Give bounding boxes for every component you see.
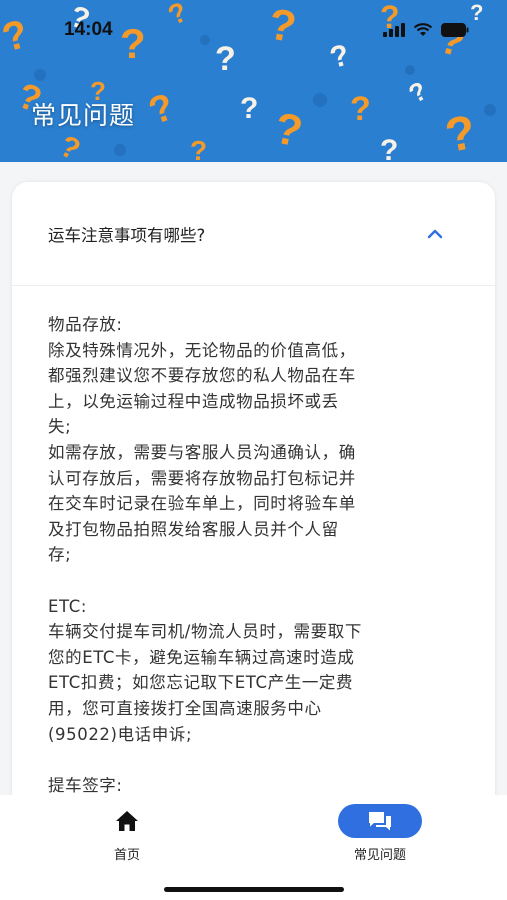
header-banner: ? ? ? ? ? ? ? ? ? ? ? ? ? ? ? ? ? ? ? ? [0,0,507,162]
status-icons [383,23,469,37]
chat-icon [369,812,391,831]
answer-line: 上，以免运输过程中造成物品损坏或丢 [48,391,339,411]
signal-icon [383,23,405,37]
tab-faq[interactable]: 常见问题 [335,801,425,863]
svg-text:?: ? [190,135,207,162]
answer-line: (95022)电话申诉; [48,724,193,744]
tab-bar: 首页 常见问题 [0,795,507,900]
tab-active-pill [338,804,422,838]
status-time: 14:04 [64,19,113,40]
faq-answer: 物品存放: 除及特殊情况外，无论物品的价值高低， 都强烈建议您不要存放您的私人物品在… [12,286,495,849]
answer-line: 认可存放后，需要将存放物品打包标记并 [48,468,356,488]
answer-line: 车辆交付提车司机/物流人员时，需要取下 [48,622,362,642]
answer-line: 都强烈建议您不要存放您的私人物品在车 [48,366,356,386]
home-indicator [164,887,344,892]
screen: ? ? ? ? ? ? ? ? ? ? ? ? ? ? ? ? ? ? ? ? [0,0,507,900]
faq-question: 运车注意事项有哪些? [48,225,206,245]
svg-text:?: ? [380,134,398,162]
chevron-up-icon[interactable] [425,224,445,244]
answer-line: 除及特殊情况外，无论物品的价值高低， [48,340,356,360]
svg-text:?: ? [240,92,258,125]
answer-line: ETC: [48,596,88,616]
svg-text:?: ? [350,90,371,128]
battery-icon [441,23,469,37]
answer-line: 存; [48,545,72,565]
wifi-icon [413,23,433,36]
faq-card: 运车注意事项有哪些? 物品存放: 除及特殊情况外，无论物品的价值高低， 都强烈建议您… [12,182,495,882]
answer-line: 失; [48,417,72,437]
answer-gap [48,568,465,594]
tab-faq-label: 常见问题 [353,848,406,863]
tab-home-label: 首页 [113,848,140,863]
answer-line: 您的ETC卡，避免运输车辆过高速时造成 [48,647,355,667]
answer-line: 物品存放: [48,315,123,334]
faq-item-header[interactable]: 运车注意事项有哪些? [12,182,495,286]
tab-home[interactable]: 首页 [94,801,160,863]
status-bar: 14:04 [0,0,507,60]
answer-line: ETC扣费；如您忘记取下ETC产生一定费 [48,673,354,693]
answer-gap [48,747,465,773]
answer-line: 用，您可直接拨打全国高速服务中心 [48,698,322,718]
page-title: 常见问题 [31,101,136,130]
answer-line: 在交车时记录在验车单上，同时将验车单 [48,494,356,514]
answer-line: 如需存放，需要与客服人员沟通确认，确 [48,442,356,462]
home-icon [116,811,138,831]
answer-line: 及打包物品拍照发给客服人员并个人留 [48,519,339,539]
